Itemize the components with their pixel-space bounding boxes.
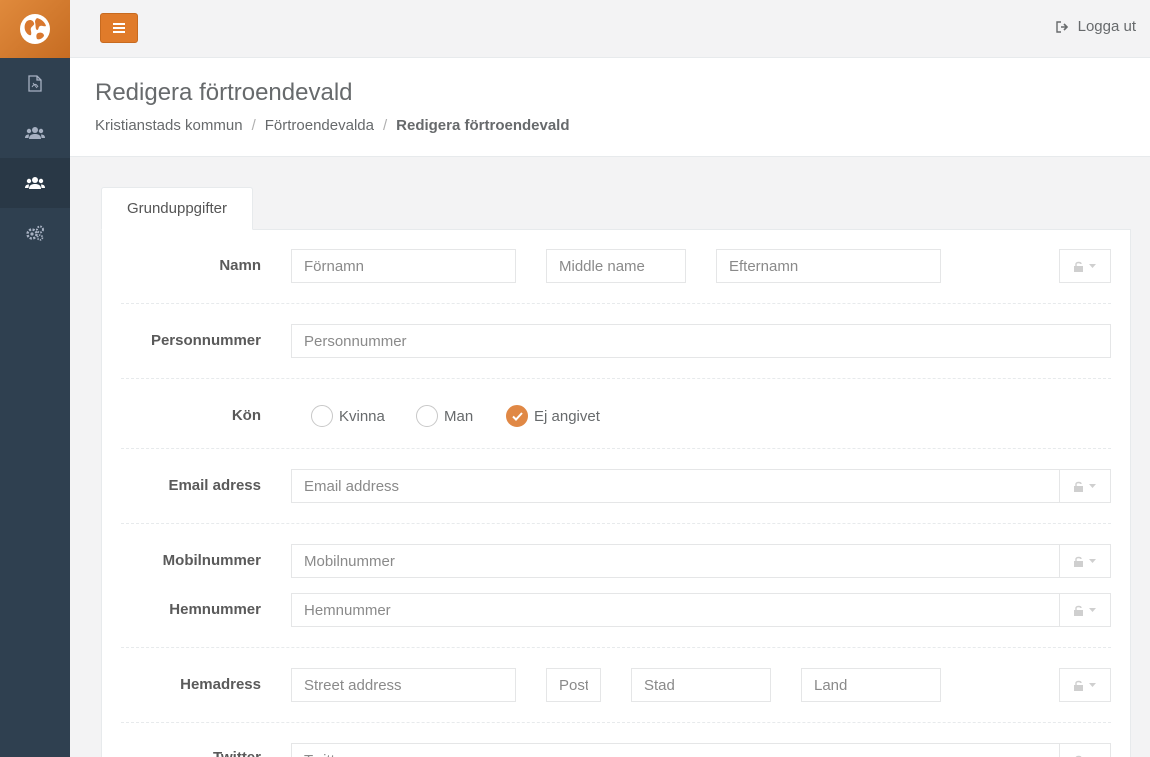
nav-pdf[interactable] xyxy=(0,58,70,108)
hamburger-icon xyxy=(113,23,125,33)
radio-ej-angivet[interactable]: Ej angivet xyxy=(506,405,600,427)
radio-label: Kvinna xyxy=(339,407,385,425)
kon-label: Kön xyxy=(231,407,261,424)
email-label: Email adress xyxy=(168,477,261,494)
caret-down-icon xyxy=(1089,683,1096,687)
caret-down-icon xyxy=(1089,608,1096,612)
hem-input[interactable] xyxy=(291,593,1060,627)
page-title: Redigera förtroendevald xyxy=(95,79,353,106)
breadcrumb-separator: / xyxy=(251,117,256,134)
breadcrumb-item-current: Redigera förtroendevald xyxy=(396,117,570,134)
hemadress-label: Hemadress xyxy=(180,676,261,693)
globe-icon xyxy=(20,14,50,44)
radio-circle[interactable] xyxy=(311,405,333,427)
email-privacy-dropdown[interactable] xyxy=(1059,469,1111,503)
namn-label: Namn xyxy=(219,257,261,274)
personnummer-label: Personnummer xyxy=(150,332,261,349)
divider xyxy=(121,303,1111,304)
personnummer-input[interactable] xyxy=(291,324,1111,358)
land-input[interactable] xyxy=(801,668,941,702)
street-input[interactable] xyxy=(291,668,516,702)
breadcrumb: Kristianstads kommun / Förtroendevalda /… xyxy=(95,117,1150,134)
pdf-file-icon xyxy=(28,74,42,92)
radio-label: Ej angivet xyxy=(534,407,600,425)
lock-icon xyxy=(1074,481,1083,492)
nav-users[interactable] xyxy=(0,108,70,158)
hem-privacy-dropdown[interactable] xyxy=(1059,593,1111,627)
stad-input[interactable] xyxy=(631,668,771,702)
top-navbar: Logga ut xyxy=(70,0,1150,58)
mobil-label: Mobilnummer xyxy=(162,552,261,569)
firstname-input[interactable] xyxy=(291,249,516,283)
breadcrumb-item-fortroendevalda[interactable]: Förtroendevalda xyxy=(265,117,374,134)
sign-out-icon xyxy=(1055,20,1068,33)
radio-circle-checked[interactable] xyxy=(506,405,528,427)
mobil-input[interactable] xyxy=(291,544,1060,578)
caret-down-icon xyxy=(1089,559,1096,563)
lock-icon xyxy=(1074,680,1083,691)
breadcrumb-item-kommun[interactable]: Kristianstads kommun xyxy=(95,117,243,134)
breadcrumb-separator: / xyxy=(382,117,388,134)
email-input[interactable] xyxy=(291,469,1060,503)
divider xyxy=(121,378,1111,379)
twitter-input[interactable] xyxy=(291,743,1060,757)
divider xyxy=(121,647,1111,648)
logout-link[interactable]: Logga ut xyxy=(1055,18,1136,35)
lock-icon xyxy=(1074,556,1083,567)
menu-toggle-button[interactable] xyxy=(100,13,138,43)
radio-man[interactable]: Man xyxy=(416,405,473,427)
caret-down-icon xyxy=(1089,264,1096,268)
radio-kvinna[interactable]: Kvinna xyxy=(311,405,385,427)
divider xyxy=(121,722,1111,723)
tab-grunduppgifter[interactable]: Grunduppgifter xyxy=(101,187,253,230)
radio-label: Man xyxy=(444,407,474,425)
mobil-privacy-dropdown[interactable] xyxy=(1059,544,1111,578)
nav-settings[interactable] xyxy=(0,208,70,258)
users-icon xyxy=(25,177,45,189)
gears-icon xyxy=(26,225,44,241)
caret-down-icon xyxy=(1089,484,1096,488)
logo[interactable] xyxy=(0,0,70,58)
lastname-input[interactable] xyxy=(716,249,941,283)
page-heading: Redigera förtroendevald Kristianstads ko… xyxy=(70,58,1150,157)
check-icon xyxy=(511,411,523,421)
nav-users-active[interactable] xyxy=(0,158,70,208)
post-input[interactable] xyxy=(546,668,601,702)
lock-icon xyxy=(1074,261,1083,272)
sidebar xyxy=(0,0,70,757)
divider xyxy=(121,448,1111,449)
divider xyxy=(121,523,1111,524)
middlename-input[interactable] xyxy=(546,249,686,283)
hemadress-privacy-dropdown[interactable] xyxy=(1059,668,1111,702)
hem-label: Hemnummer xyxy=(169,601,261,618)
lock-icon xyxy=(1074,605,1083,616)
namn-privacy-dropdown[interactable] xyxy=(1059,249,1111,283)
twitter-label: Twitter xyxy=(100,749,261,757)
radio-circle[interactable] xyxy=(416,405,438,427)
twitter-privacy-dropdown[interactable] xyxy=(1059,743,1111,757)
users-icon xyxy=(25,127,45,139)
logout-label: Logga ut xyxy=(1077,18,1136,35)
